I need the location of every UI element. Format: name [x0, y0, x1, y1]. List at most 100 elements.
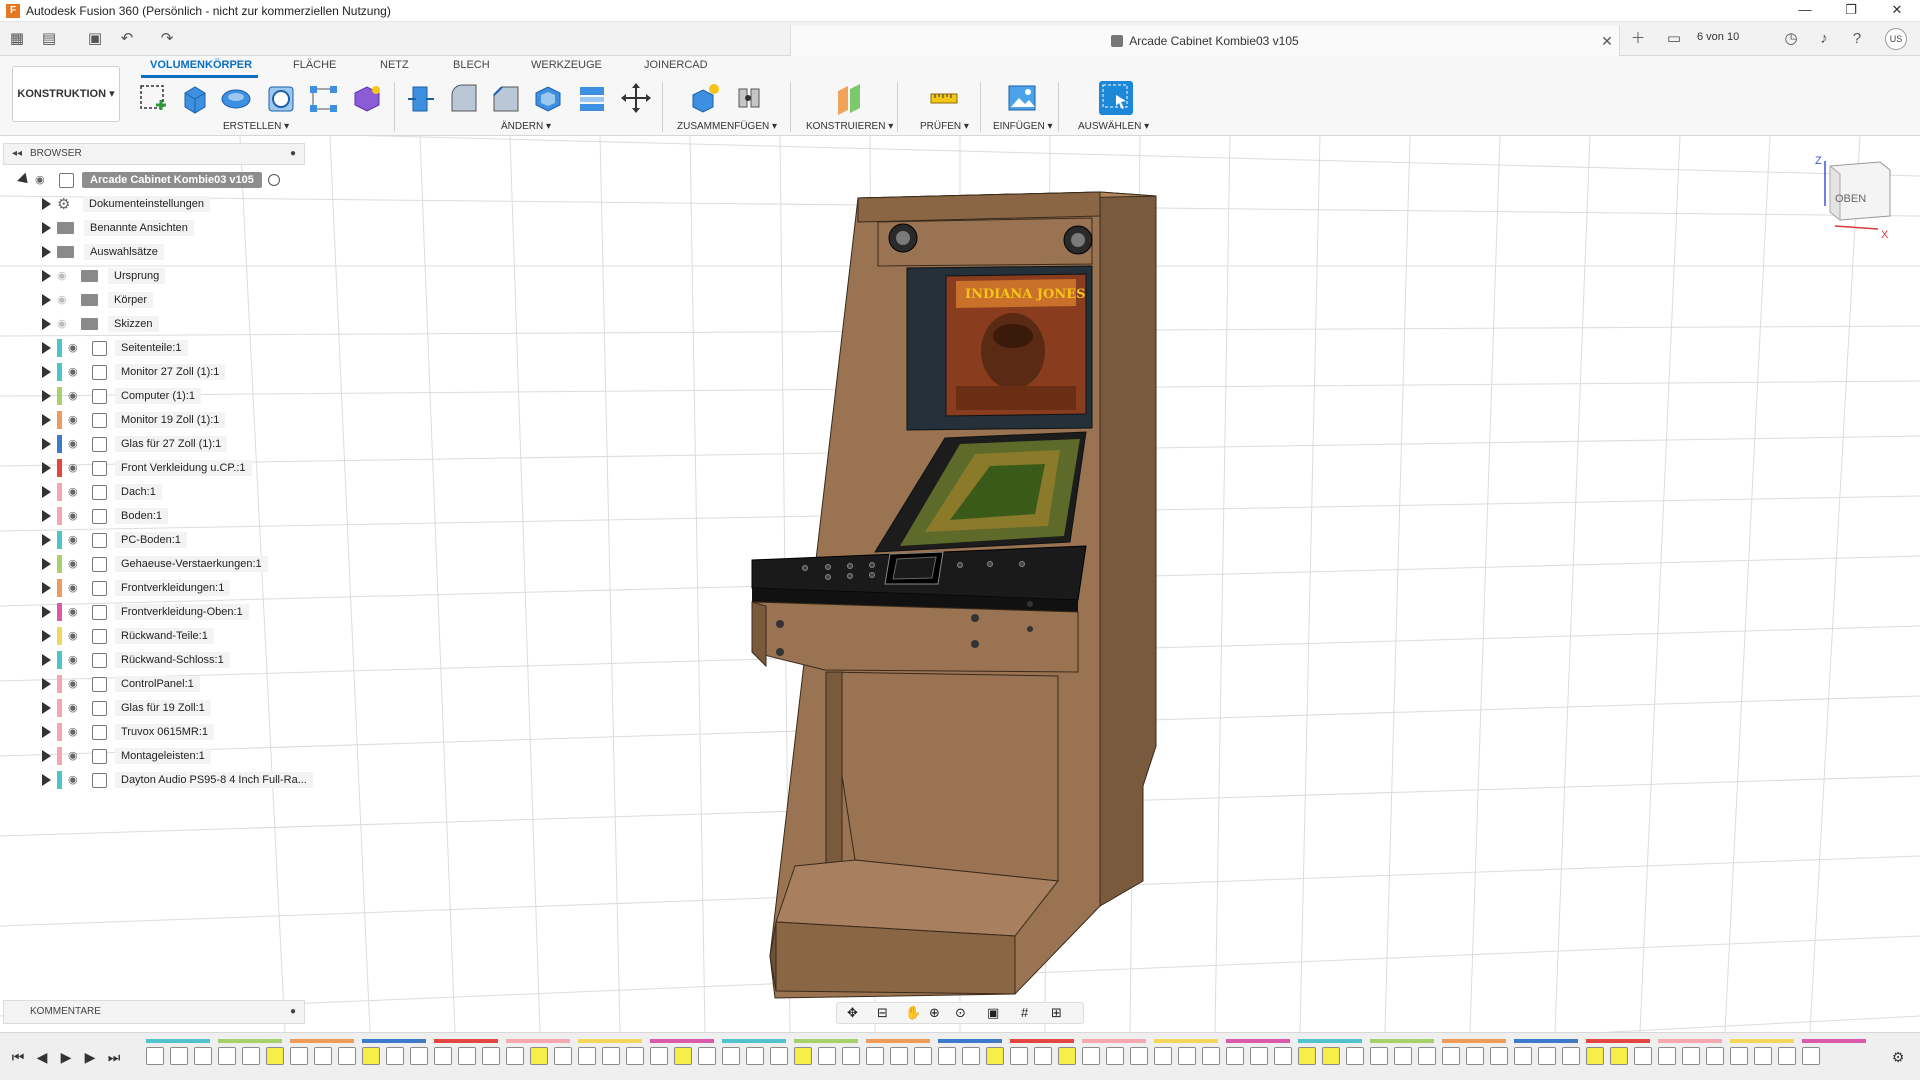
timeline-feature[interactable] [578, 1047, 596, 1065]
eye-icon[interactable]: ◉ [68, 367, 82, 378]
expand-arrow-icon[interactable] [42, 774, 51, 786]
browser-component-row[interactable]: ◉ ControlPanel:1 [42, 674, 200, 694]
timeline-feature[interactable] [650, 1047, 668, 1065]
fit-icon[interactable]: ⊙ [955, 1005, 966, 1021]
eye-icon[interactable]: ◉ [68, 679, 82, 690]
eye-icon[interactable]: ◉ [68, 559, 82, 570]
browser-folder-row[interactable]: Auswahlsätze [42, 242, 164, 262]
timeline-feature[interactable] [1562, 1047, 1580, 1065]
timeline-feature[interactable] [1082, 1047, 1100, 1065]
timeline-feature[interactable] [146, 1047, 164, 1065]
expand-arrow-icon[interactable] [42, 270, 51, 282]
expand-arrow-icon[interactable] [42, 390, 51, 402]
browser-component-row[interactable]: ◉ Front Verkleidung u.CP.:1 [42, 458, 252, 478]
view-cube[interactable]: OBEN Z X [1815, 155, 1891, 241]
browser-root[interactable]: ◉ Arcade Cabinet Kombie03 v105 [17, 170, 280, 190]
browser-component-row[interactable]: ◉ Montageleisten:1 [42, 746, 211, 766]
group-einfuegen[interactable]: EINFÜGEN ▾ [993, 121, 1052, 132]
redo-icon[interactable]: ↷ [158, 30, 176, 48]
expand-arrow-icon[interactable] [42, 486, 51, 498]
document-tab[interactable]: Arcade Cabinet Kombie03 v105 ✕ [790, 26, 1620, 56]
grid-icon[interactable]: ▦ [8, 30, 26, 48]
timeline-feature[interactable] [554, 1047, 572, 1065]
job-status[interactable]: 6 von 10 [1697, 31, 1739, 43]
eye-icon[interactable]: ◉ [68, 391, 82, 402]
expand-arrow-icon[interactable] [42, 654, 51, 666]
eye-hidden-icon[interactable]: ◉ [57, 271, 71, 282]
tab-joinercad[interactable]: JOINERCAD [644, 59, 708, 77]
timeline-feature[interactable] [986, 1047, 1004, 1065]
timeline-feature[interactable] [770, 1047, 788, 1065]
browser-folder-row[interactable]: ◉ Körper [42, 290, 154, 310]
timeline-feature[interactable] [242, 1047, 260, 1065]
collapse-icon[interactable]: ◂◂ [12, 144, 22, 164]
chamfer-icon[interactable] [488, 81, 522, 115]
timeline-back-icon[interactable]: ◀ [34, 1049, 50, 1065]
browser-component-row[interactable]: ◉ Monitor 19 Zoll (1):1 [42, 410, 226, 430]
timeline-feature[interactable] [314, 1047, 332, 1065]
browser-component-row[interactable]: ◉ Truvox 0615MR:1 [42, 722, 215, 742]
offset-plane-icon[interactable] [832, 81, 866, 115]
timeline-feature[interactable] [842, 1047, 860, 1065]
timeline-feature[interactable] [1178, 1047, 1196, 1065]
bell-icon[interactable]: ♪ [1815, 30, 1833, 48]
pattern-icon[interactable] [306, 81, 340, 115]
timeline-feature[interactable] [1370, 1047, 1388, 1065]
timeline-feature[interactable] [1442, 1047, 1460, 1065]
expand-arrow-icon[interactable] [42, 726, 51, 738]
shell-icon[interactable] [530, 81, 564, 115]
expand-arrow-icon[interactable] [42, 222, 51, 234]
expand-arrow-icon[interactable] [42, 318, 51, 330]
timeline-feature[interactable] [794, 1047, 812, 1065]
timeline-feature[interactable] [1586, 1047, 1604, 1065]
timeline-feature[interactable] [1106, 1047, 1124, 1065]
timeline-feature[interactable] [1226, 1047, 1244, 1065]
timeline-feature[interactable] [1682, 1047, 1700, 1065]
group-pruefen[interactable]: PRÜFEN ▾ [920, 121, 969, 132]
browser-component-row[interactable]: ◉ Frontverkleidung-Oben:1 [42, 602, 249, 622]
group-auswaehlen[interactable]: AUSWÄHLEN ▾ [1078, 121, 1149, 132]
timeline-feature[interactable] [338, 1047, 356, 1065]
eye-icon[interactable]: ◉ [68, 415, 82, 426]
move-icon[interactable] [619, 81, 653, 115]
eye-icon[interactable]: ◉ [68, 607, 82, 618]
browser-component-row[interactable]: ◉ Computer (1):1 [42, 386, 201, 406]
browser-component-row[interactable]: ◉ Boden:1 [42, 506, 168, 526]
timeline-feature[interactable] [1538, 1047, 1556, 1065]
viewports-icon[interactable]: ⊞ [1051, 1005, 1062, 1021]
browser-component-row[interactable]: ◉ Glas für 27 Zoll (1):1 [42, 434, 228, 454]
expand-arrow-icon[interactable] [42, 438, 51, 450]
display-settings-icon[interactable]: ▣ [987, 1005, 999, 1021]
plus-icon[interactable]: ＋ [1629, 30, 1647, 48]
group-konstruieren[interactable]: KONSTRUIEREN ▾ [806, 121, 893, 132]
timeline-feature[interactable] [1778, 1047, 1796, 1065]
timeline-feature[interactable] [1058, 1047, 1076, 1065]
browser-folder-row[interactable]: ⚙ Dokumenteinstellungen [42, 194, 210, 214]
eye-icon[interactable]: ◉ [68, 511, 82, 522]
eye-icon[interactable]: ◉ [68, 727, 82, 738]
timeline-feature[interactable] [506, 1047, 524, 1065]
timeline-feature[interactable] [914, 1047, 932, 1065]
timeline-feature[interactable] [1202, 1047, 1220, 1065]
eye-hidden-icon[interactable]: ◉ [57, 319, 71, 330]
browser-component-row[interactable]: ◉ Seitenteile:1 [42, 338, 188, 358]
eye-icon[interactable]: ◉ [68, 655, 82, 666]
timeline-feature[interactable] [1346, 1047, 1364, 1065]
pin-icon[interactable]: ● [290, 144, 296, 164]
expand-arrow-icon[interactable] [42, 510, 51, 522]
timeline-feature[interactable] [1634, 1047, 1652, 1065]
browser-folder-row[interactable]: ◉ Skizzen [42, 314, 159, 334]
timeline-feature[interactable] [698, 1047, 716, 1065]
timeline-feature[interactable] [1490, 1047, 1508, 1065]
timeline-feature[interactable] [290, 1047, 308, 1065]
timeline-feature[interactable] [1418, 1047, 1436, 1065]
eye-icon[interactable]: ◉ [68, 343, 82, 354]
form-icon[interactable] [350, 81, 384, 115]
eye-icon[interactable]: ◉ [68, 463, 82, 474]
timeline-feature[interactable] [410, 1047, 428, 1065]
expand-arrow-icon[interactable] [17, 172, 32, 188]
expand-arrow-icon[interactable] [42, 630, 51, 642]
timeline-feature[interactable] [674, 1047, 692, 1065]
browser-component-row[interactable]: ◉ Glas für 19 Zoll:1 [42, 698, 211, 718]
eye-icon[interactable]: ◉ [35, 175, 49, 186]
